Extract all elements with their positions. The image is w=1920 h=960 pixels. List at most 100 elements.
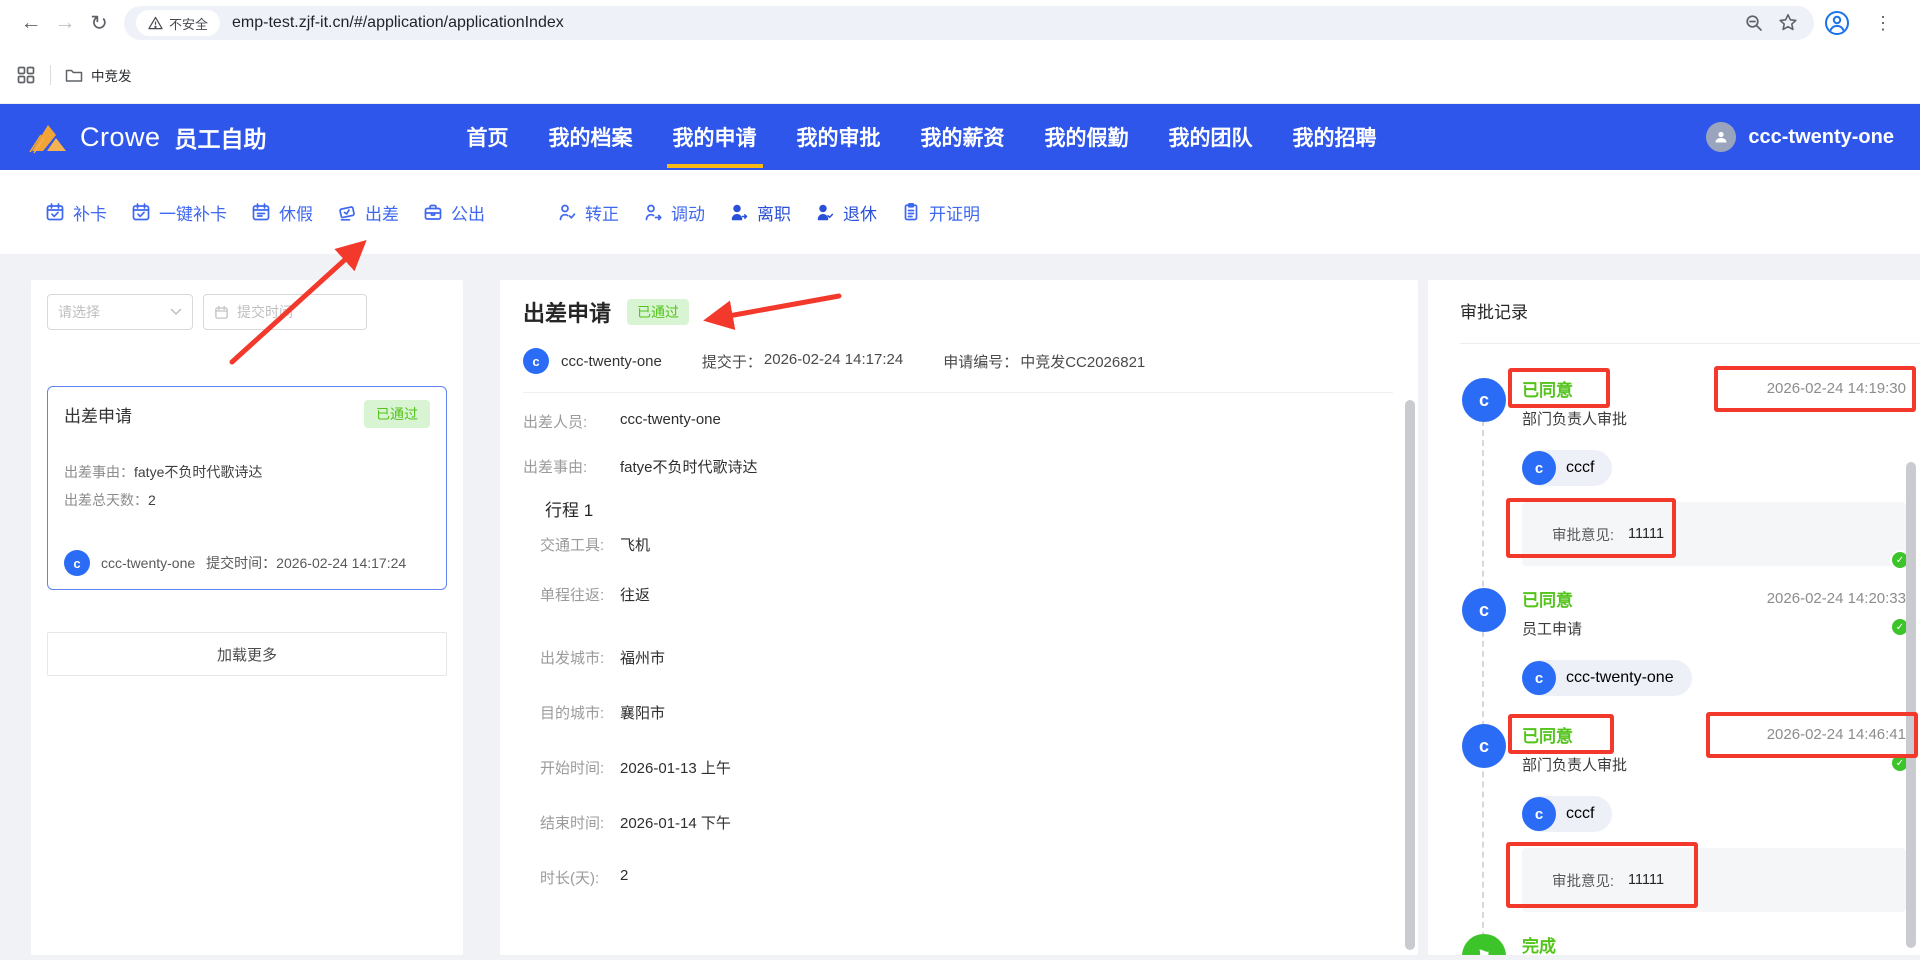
refresh-icon[interactable]: ↻	[82, 6, 116, 40]
address-bar[interactable]: 不安全 emp-test.zjf-it.cn/#/application/app…	[124, 6, 1814, 40]
nav-my-approvals[interactable]: 我的审批	[795, 104, 883, 170]
action-label: 转正	[585, 204, 619, 224]
back-icon[interactable]: ←	[14, 6, 48, 40]
bookmarks-bar: 中竞发	[0, 46, 1920, 104]
action-label: 休假	[279, 204, 313, 224]
days-value: 2	[148, 492, 156, 508]
field-row: 出发城市: 福州市	[523, 647, 1393, 669]
submitted-label: 提交于：	[701, 353, 762, 371]
briefcase-icon	[424, 204, 442, 220]
approver-tag: c cccf	[1522, 796, 1613, 832]
submit-time: 2026-02-24 14:17:24	[276, 555, 407, 571]
user-menu[interactable]: ccc-twenty-one	[1706, 122, 1920, 152]
action-business-trip[interactable]: 出差	[337, 200, 399, 225]
action-card-replacement[interactable]: 补卡	[45, 200, 107, 225]
field-row: 目的城市: 襄阳市	[523, 702, 1393, 724]
detail-scrollbar[interactable]	[1405, 400, 1415, 950]
approval-time: 2026-02-24 14:20:33	[1766, 589, 1906, 607]
app-no-value: 中竞发CC2026821	[1020, 353, 1146, 371]
nav-my-team[interactable]: 我的团队	[1167, 104, 1255, 170]
application-list-panel: 请选择 提交时间 出差申请 已通过 出差事由：fatye不负时代歌诗达 出差总天…	[31, 280, 463, 955]
detail-user: ccc-twenty-one	[561, 352, 662, 370]
type-select-placeholder: 请选择	[58, 304, 100, 320]
username: ccc-twenty-one	[1748, 125, 1894, 148]
bookmark-folder[interactable]: 中竞发	[65, 65, 132, 85]
document-icon	[904, 202, 918, 221]
field-value: fatye不负时代歌诗达	[620, 459, 758, 476]
person-arrow-icon	[645, 204, 662, 221]
nav-my-applications[interactable]: 我的申请	[666, 104, 763, 170]
field-value: 襄阳市	[620, 705, 666, 722]
finished-flag-icon: ⚑	[1462, 934, 1506, 955]
action-certificate[interactable]: 开证明	[901, 200, 980, 225]
divider	[1460, 343, 1920, 344]
avatar: c	[64, 550, 90, 576]
days-label: 出差总天数：	[64, 492, 148, 508]
action-one-key-card-replacement[interactable]: 一键补卡	[131, 200, 227, 225]
logo[interactable]: Crowe 员工自助	[0, 119, 267, 155]
field-row: 开始时间: 2026-01-13 上午	[523, 757, 1393, 779]
field-label: 出差人员:	[523, 414, 588, 431]
approval-entry: c ✓ 已同意 2026-02-24 14:20:33 员工申请 c ccc-tw…	[1462, 586, 1910, 696]
apps-grid-icon[interactable]	[16, 65, 36, 85]
approval-status: 完成	[1522, 936, 1556, 956]
nav-my-recruiting[interactable]: 我的招聘	[1291, 104, 1379, 170]
field-label: 单程往返:	[540, 587, 605, 604]
nav-my-attendance[interactable]: 我的假勤	[1043, 104, 1131, 170]
calendar-check-icon	[132, 203, 150, 221]
field-value: 2026-01-14 下午	[620, 815, 731, 832]
avatar: c	[1522, 797, 1556, 831]
comment-value: 11111	[1628, 526, 1665, 542]
action-label: 调动	[671, 204, 705, 224]
submitted-time: 2026-02-24 14:17:24	[763, 350, 904, 368]
field-row: 单程往返: 往返	[523, 584, 1393, 606]
action-transfer[interactable]: 调动	[643, 200, 705, 225]
nav-my-salary[interactable]: 我的薪资	[919, 104, 1007, 170]
avatar: c	[523, 348, 549, 374]
field-value: ccc-twenty-one	[620, 411, 721, 428]
reason-label: 出差事由：	[64, 464, 134, 480]
field-label: 时长(天):	[540, 870, 600, 887]
calendar-icon	[215, 305, 228, 319]
type-select[interactable]: 请选择	[47, 294, 193, 330]
nav-home[interactable]: 首页	[465, 104, 511, 170]
application-card[interactable]: 出差申请 已通过 出差事由：fatye不负时代歌诗达 出差总天数：2 c ccc…	[47, 386, 447, 590]
bookmark-folder-label: 中竞发	[91, 68, 132, 84]
action-regularization[interactable]: 转正	[557, 200, 619, 225]
star-icon[interactable]	[1778, 13, 1798, 33]
approval-entry: c ✓ 已同意 2026-02-24 14:46:41 部门负责人审批 c ccc…	[1462, 722, 1910, 912]
field-value: 2	[620, 867, 629, 884]
action-retirement[interactable]: 退休	[815, 200, 877, 225]
detail-fields: 出差人员: ccc-twenty-one 出差事由: fatye不负时代歌诗达 …	[500, 393, 1418, 889]
approver-tag: c ccc-twenty-one	[1522, 660, 1692, 696]
submit-date-input[interactable]: 提交时间	[203, 294, 367, 330]
approval-status: 已同意	[1522, 590, 1573, 610]
approval-step: 员工申请	[1522, 621, 1583, 638]
approver-name: cccf	[1566, 805, 1595, 822]
action-official-business[interactable]: 公出	[423, 200, 485, 225]
load-more-button[interactable]: 加载更多	[47, 632, 447, 676]
card-footer: c ccc-twenty-one 提交时间：2026-02-24 14:17:2…	[64, 550, 406, 576]
action-leave[interactable]: 休假	[251, 200, 313, 225]
url-text[interactable]: emp-test.zjf-it.cn/#/application/applica…	[232, 14, 1744, 32]
approval-status: 已同意	[1522, 726, 1573, 746]
action-resignation[interactable]: 离职	[729, 200, 791, 225]
approval-scrollbar[interactable]	[1906, 462, 1916, 948]
crowe-logo-icon	[29, 125, 66, 154]
person-check-icon	[559, 204, 576, 221]
approval-title: 审批记录	[1460, 303, 1528, 322]
approval-entry-final: ⚑ 完成	[1462, 932, 1906, 955]
card-submit: 提交时间：2026-02-24 14:17:24	[206, 553, 406, 573]
field-label: 交通工具:	[540, 537, 605, 554]
field-value: 福州市	[620, 650, 666, 667]
person-icon	[1715, 131, 1727, 143]
field-label: 开始时间:	[540, 760, 605, 777]
forward-icon[interactable]: →	[48, 6, 82, 40]
nav-my-profile[interactable]: 我的档案	[547, 104, 635, 170]
field-label: 出发城市:	[540, 650, 605, 667]
profile-icon[interactable]	[1824, 10, 1850, 36]
menu-icon[interactable]: ⋮	[1866, 6, 1900, 40]
zoom-icon[interactable]	[1744, 13, 1764, 33]
security-chip[interactable]: 不安全	[136, 10, 221, 36]
approver-name: cccf	[1566, 459, 1595, 476]
